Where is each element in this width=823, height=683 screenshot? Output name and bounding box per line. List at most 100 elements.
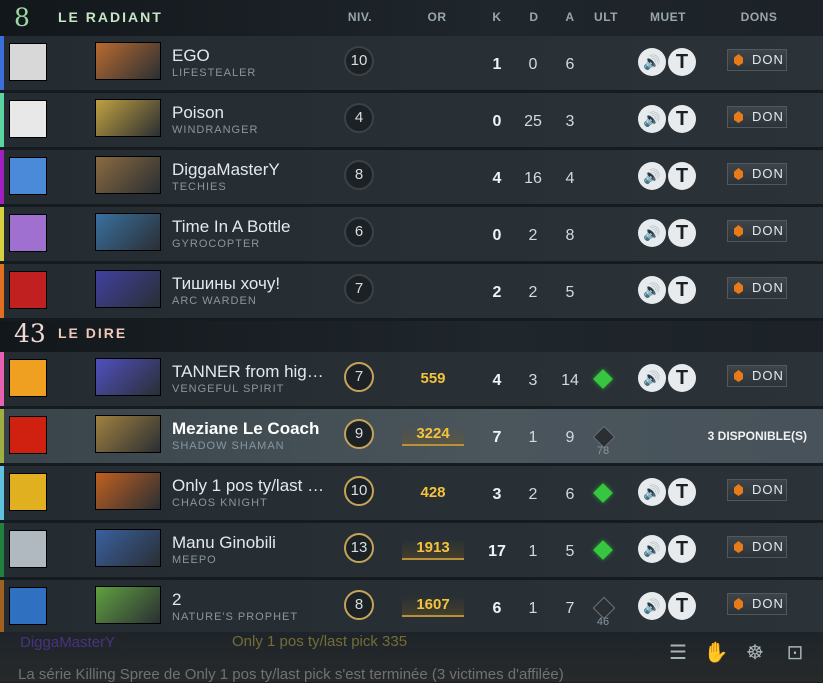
mute-voice-button[interactable]: 🔊	[638, 162, 666, 190]
gift-button[interactable]: DON	[727, 479, 787, 501]
gift-button[interactable]: DON	[727, 365, 787, 387]
gift-button[interactable]: DON	[727, 277, 787, 299]
deaths-value: 0	[528, 56, 538, 73]
player-gold: 559	[420, 370, 446, 387]
kills-value: 4	[492, 170, 502, 187]
mute-voice-button[interactable]: 🔊	[638, 478, 666, 506]
mute-text-button[interactable]: T	[668, 364, 696, 392]
gift-button[interactable]: DON	[727, 593, 787, 615]
gift-button[interactable]: DON	[727, 536, 787, 558]
mute-voice-button[interactable]: 🔊	[638, 105, 666, 133]
kills-value: 17	[488, 543, 506, 560]
gifts-available: 3 DISPONIBLE(S)	[707, 429, 807, 443]
mute-voice-button[interactable]: 🔊	[638, 48, 666, 76]
mute-text-button[interactable]: T	[668, 219, 696, 247]
gift-icon	[734, 598, 743, 610]
player-color-stripe	[0, 523, 4, 577]
dire-header: 43 LE DIRE	[0, 316, 823, 352]
player-color-stripe	[0, 207, 4, 261]
dire-score: 43	[14, 319, 46, 348]
hero-portrait	[95, 358, 161, 396]
player-avatar[interactable]	[9, 214, 47, 252]
mute-voice-button[interactable]: 🔊	[638, 364, 666, 392]
unit-sharing-icon[interactable]: ☸	[742, 640, 768, 666]
mute-text-button[interactable]: T	[668, 478, 696, 506]
ult-cooldown-value: 78	[596, 445, 610, 457]
scoreboard-list-icon[interactable]: ☰	[665, 640, 691, 666]
ult-ready-icon	[593, 369, 613, 389]
deaths-value: 1	[528, 429, 538, 446]
player-gold: 1913	[402, 539, 464, 560]
player-name: Manu Ginobili	[172, 533, 276, 552]
hero-name: WINDRANGER	[172, 124, 259, 136]
mute-voice-button[interactable]: 🔊	[638, 276, 666, 304]
hero-portrait	[95, 42, 161, 80]
scoreboard: 8 LE RADIANT NIV. OR K D A ULT MUET DONS…	[0, 0, 823, 683]
column-level: NIV.	[347, 10, 373, 24]
player-avatar[interactable]	[9, 587, 47, 625]
assists-value: 3	[565, 113, 575, 130]
player-color-stripe	[0, 409, 4, 463]
hero-name: GYROCOPTER	[172, 238, 261, 250]
gift-icon	[734, 282, 743, 294]
deaths-value: 2	[528, 227, 538, 244]
player-avatar[interactable]	[9, 473, 47, 511]
kills-value: 0	[492, 113, 502, 130]
mute-voice-button[interactable]: 🔊	[638, 535, 666, 563]
gift-icon	[734, 370, 743, 382]
gift-button[interactable]: DON	[727, 106, 787, 128]
gift-button[interactable]: DON	[727, 163, 787, 185]
chat-sender: DiggaMasterY	[20, 634, 116, 651]
ult-ready-icon	[593, 483, 613, 503]
kills-value: 4	[492, 372, 502, 389]
hero-name: VENGEFUL SPIRIT	[172, 383, 285, 395]
mute-text-button[interactable]: T	[668, 276, 696, 304]
player-avatar[interactable]	[9, 157, 47, 195]
mute-text-button[interactable]: T	[668, 48, 696, 76]
player-avatar[interactable]	[9, 416, 47, 454]
gift-button[interactable]: DON	[727, 49, 787, 71]
hero-level: 13	[344, 533, 374, 563]
player-avatar[interactable]	[9, 100, 47, 138]
ult-cooldown-value: 46	[596, 616, 610, 628]
mute-voice-button[interactable]: 🔊	[638, 219, 666, 247]
player-color-stripe	[0, 264, 4, 318]
ult-ready-icon	[593, 540, 613, 560]
assists-value: 5	[565, 284, 575, 301]
mute-text-button[interactable]: T	[668, 535, 696, 563]
assists-value: 9	[565, 429, 575, 446]
assists-value: 4	[565, 170, 575, 187]
player-avatar[interactable]	[9, 359, 47, 397]
player-name: TANNER from hig…	[172, 362, 324, 381]
player-name: Only 1 pos ty/last …	[172, 476, 325, 495]
kills-value: 3	[492, 486, 502, 503]
shared-control-icon[interactable]: ✋	[703, 640, 729, 666]
hero-name: TECHIES	[172, 181, 227, 193]
chat-message: Only 1 pos ty/last pick 335	[232, 633, 408, 650]
player-avatar[interactable]	[9, 530, 47, 568]
mute-text-button[interactable]: T	[668, 592, 696, 620]
column-assists: A	[565, 10, 575, 24]
mute-text-button[interactable]: T	[668, 162, 696, 190]
hero-level: 7	[344, 362, 374, 392]
assists-value: 6	[565, 56, 575, 73]
gift-icon	[734, 54, 743, 66]
hero-portrait	[95, 415, 161, 453]
player-avatar[interactable]	[9, 43, 47, 81]
assists-value: 5	[565, 543, 575, 560]
player-avatar[interactable]	[9, 271, 47, 309]
hero-portrait	[95, 99, 161, 137]
assists-value: 7	[565, 600, 575, 617]
kills-value: 0	[492, 227, 502, 244]
radiant-team-name: LE RADIANT	[58, 9, 163, 25]
assists-value: 14	[561, 372, 579, 389]
gift-button[interactable]: DON	[727, 220, 787, 242]
hero-portrait	[95, 213, 161, 251]
mute-voice-button[interactable]: 🔊	[638, 592, 666, 620]
column-kills: K	[492, 10, 502, 24]
assists-value: 8	[565, 227, 575, 244]
hero-name: SHADOW SHAMAN	[172, 440, 285, 452]
close-panel-icon[interactable]: ⊡	[782, 640, 808, 666]
player-color-stripe	[0, 150, 4, 204]
mute-text-button[interactable]: T	[668, 105, 696, 133]
